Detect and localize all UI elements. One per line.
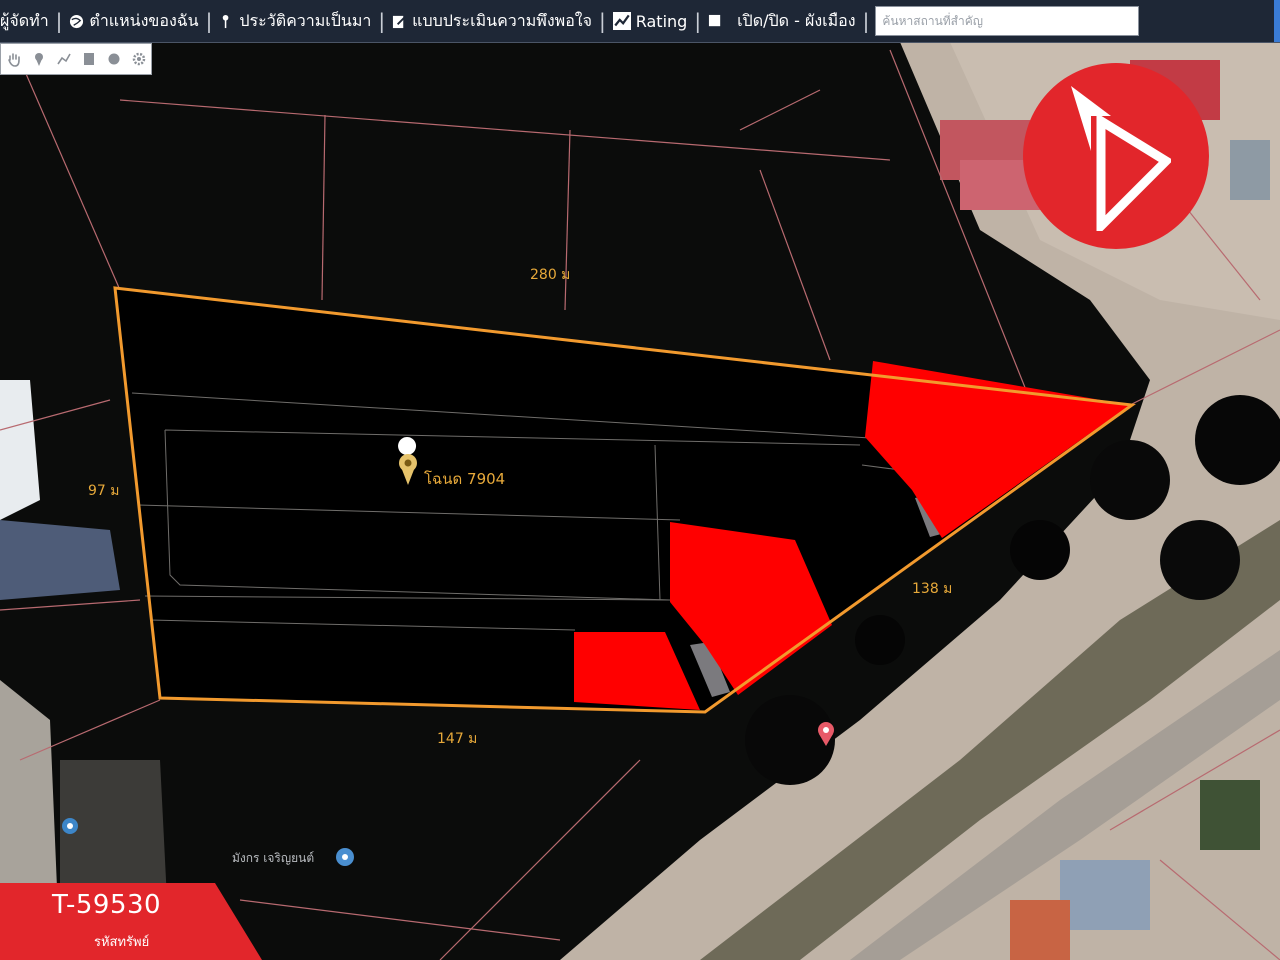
brand-mark-icon — [1071, 86, 1171, 231]
settings-icon[interactable] — [130, 50, 148, 68]
property-code-caption: รหัสทรัพย์ — [94, 935, 150, 950]
toolbar-item-label: แบบประเมินความพึงพอใจ — [412, 10, 592, 30]
toolbar-edge — [1274, 0, 1280, 42]
property-code: T-59530 — [52, 890, 162, 920]
search-box[interactable] — [875, 6, 1140, 36]
place-label: มังกร เจริญยนต์ — [232, 851, 315, 865]
dimension-left-label: 97 ม — [88, 483, 120, 499]
toolbar-item-label: ผู้จัดทำ — [0, 10, 49, 30]
toolbar-item-survey[interactable]: แบบประเมินความพึงพอใจ — [392, 0, 592, 42]
toolbar-separator: | — [694, 9, 702, 33]
toolbar-separator: | — [55, 9, 63, 33]
toolbar-separator: | — [598, 9, 606, 33]
toolbar-item-author[interactable]: ผู้จัดทำ — [0, 0, 49, 42]
toolbar-item-my-location[interactable]: ตำแหน่งของฉัน — [69, 0, 199, 42]
poi-pin-icon — [62, 818, 78, 834]
search-input[interactable] — [876, 9, 1139, 33]
edit-icon — [393, 15, 406, 28]
toolbar-item-rating[interactable]: Rating — [612, 0, 688, 42]
toolbar-item-history[interactable]: ประวัติความเป็นมา — [219, 0, 371, 42]
hand-icon[interactable] — [5, 50, 23, 68]
dimension-bottom-label: 147 ม — [437, 731, 478, 747]
checkbox-icon[interactable] — [708, 14, 723, 29]
toolbar-item-label: ตำแหน่งของฉัน — [89, 10, 199, 30]
pin-icon — [223, 14, 229, 28]
map-tool-palette — [0, 43, 152, 75]
top-toolbar: ผู้จัดทำ | ตำแหน่งของฉัน | ประวัติความเป… — [0, 0, 1280, 43]
toolbar-item-label: ประวัติความเป็นมา — [239, 10, 372, 30]
toolbar-item-label: เปิด/ปิด - ผังเมือง — [737, 10, 856, 30]
polygon-icon[interactable] — [80, 50, 98, 68]
toolbar-separator: | — [378, 9, 386, 33]
poi-pin-icon — [336, 848, 354, 866]
toolbar-separator: | — [862, 9, 870, 33]
brand-logo — [1023, 63, 1209, 249]
toolbar-separator: | — [205, 9, 213, 33]
toolbar-item-label: Rating — [635, 11, 688, 31]
line-icon[interactable] — [55, 50, 73, 68]
dimension-right-label: 138 ม — [912, 581, 953, 597]
parcel-label: โฉนด 7904 — [424, 470, 506, 488]
rating-icon — [612, 12, 631, 30]
circle-icon[interactable] — [105, 50, 123, 68]
marker-icon[interactable] — [30, 50, 48, 68]
toolbar-item-zoning-toggle[interactable]: เปิด/ปิด - ผังเมือง — [708, 0, 856, 42]
dimension-top-label: 280 ม — [530, 267, 571, 283]
globe-icon — [70, 14, 84, 28]
